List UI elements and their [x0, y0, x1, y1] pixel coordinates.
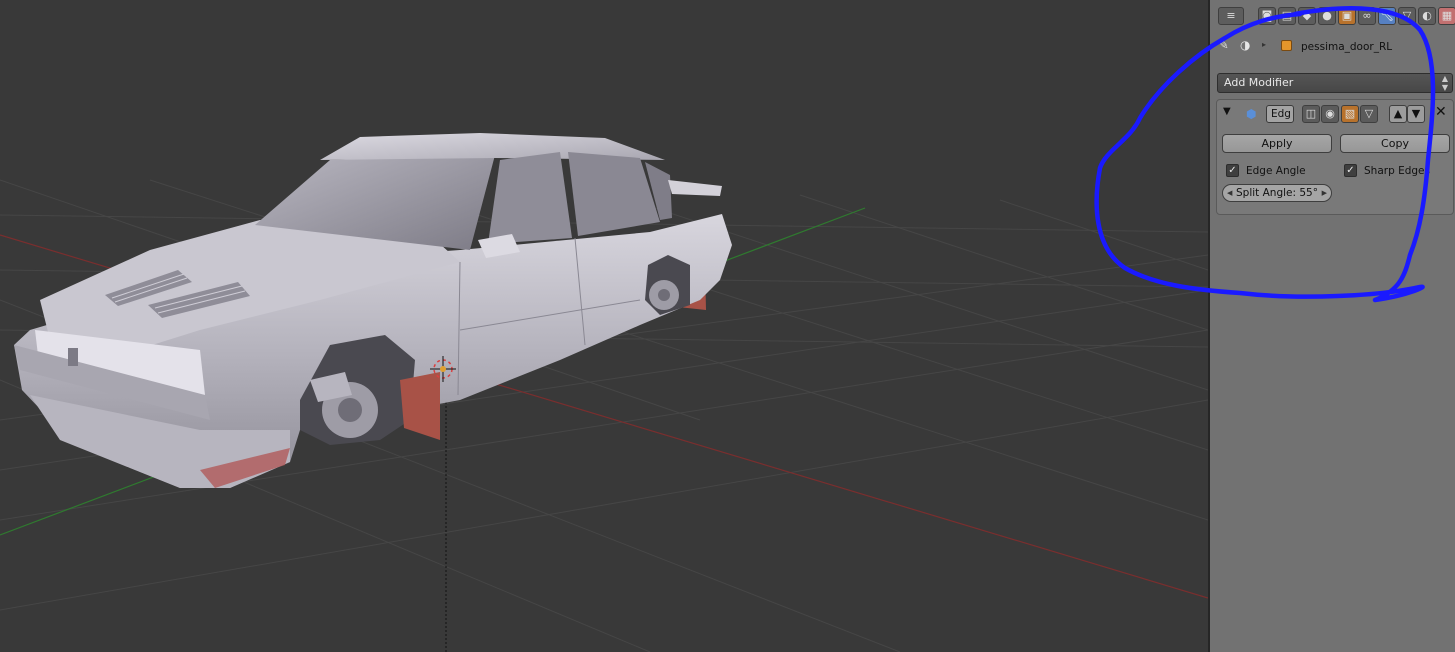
collapse-triangle-icon[interactable]: ▼: [1223, 106, 1231, 117]
move-up-icon[interactable]: ▲: [1389, 105, 1407, 123]
car-model: [14, 133, 732, 488]
edge-angle-label: Edge Angle: [1246, 165, 1306, 177]
modifier-name-field[interactable]: Edg: [1266, 105, 1294, 123]
scene-context-icon: ◑: [1240, 38, 1251, 52]
material-tab-icon[interactable]: ◐: [1418, 7, 1436, 25]
increment-arrow-icon[interactable]: ▶: [1322, 185, 1327, 201]
object-cube-icon: [1281, 40, 1292, 51]
object-tab-icon[interactable]: ▣: [1338, 7, 1356, 25]
3d-viewport[interactable]: [0, 0, 1208, 652]
edge-angle-checkbox[interactable]: ✓: [1226, 164, 1239, 177]
remove-modifier-close-icon[interactable]: ✕: [1435, 104, 1447, 120]
render-tab-icon[interactable]: ◙: [1258, 7, 1276, 25]
show-editmode-icon[interactable]: ▧: [1341, 105, 1359, 123]
add-modifier-label: Add Modifier: [1224, 76, 1294, 89]
constraints-tab-icon[interactable]: ∞: [1358, 7, 1376, 25]
dropdown-arrows-icon: ▲ ▼: [1441, 74, 1448, 92]
decrement-arrow-icon[interactable]: ◀: [1227, 185, 1232, 201]
add-modifier-dropdown[interactable]: Add Modifier ▲ ▼: [1217, 73, 1453, 93]
editor-type-icon[interactable]: ≡: [1218, 7, 1244, 25]
properties-editor: ≡ ◙ ▤ ◆ ● ▣ ∞ 🔧︎ ▽ ◐ ▦ ✎ ◑ ▸ pessima_doo…: [1210, 0, 1455, 652]
world-tab-icon[interactable]: ●: [1318, 7, 1336, 25]
modifier-header: ▼ ⬢ Edg ◫ ◉ ▧ ▽ ▲ ▼ ✕: [1217, 100, 1453, 128]
viewport-scene: [0, 133, 1208, 652]
show-viewport-eye-icon[interactable]: ◉: [1321, 105, 1339, 123]
modifiers-tab-wrench-icon[interactable]: 🔧︎: [1378, 7, 1396, 25]
split-angle-field[interactable]: ◀ Split Angle: 55° ▶: [1222, 184, 1332, 202]
object-name-label: pessima_door_RL: [1301, 41, 1393, 53]
breadcrumb-arrow-icon: ▸: [1262, 40, 1267, 49]
show-on-cage-icon[interactable]: ▽: [1360, 105, 1378, 123]
render-layers-tab-icon[interactable]: ▤: [1278, 7, 1296, 25]
pin-icon[interactable]: ✎: [1218, 38, 1229, 53]
modifier-type-icon: ⬢: [1246, 107, 1257, 121]
apply-button[interactable]: Apply: [1222, 134, 1332, 153]
show-render-icon[interactable]: ◫: [1302, 105, 1320, 123]
scene-tab-icon[interactable]: ◆: [1298, 7, 1316, 25]
edge-split-modifier-panel: ▼ ⬢ Edg ◫ ◉ ▧ ▽ ▲ ▼ ✕ Apply Copy ✓ Edge …: [1216, 99, 1454, 215]
sharp-edges-label: Sharp Edges: [1364, 165, 1430, 177]
move-down-icon[interactable]: ▼: [1407, 105, 1425, 123]
copy-button[interactable]: Copy: [1340, 134, 1450, 153]
data-tab-icon[interactable]: ▽: [1398, 7, 1416, 25]
split-angle-value: Split Angle: 55°: [1236, 187, 1318, 199]
sharp-edges-checkbox[interactable]: ✓: [1344, 164, 1357, 177]
texture-tab-icon[interactable]: ▦: [1438, 7, 1455, 25]
